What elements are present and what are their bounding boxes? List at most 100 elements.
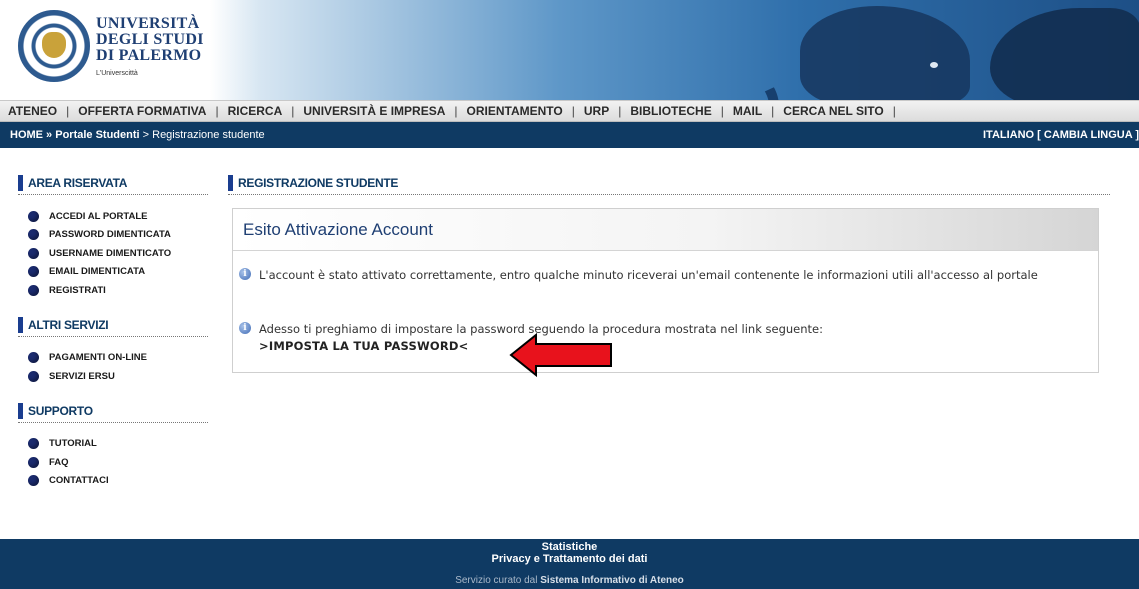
privacy-link[interactable]: Privacy e Trattamento dei dati	[0, 553, 1139, 565]
sidebar-list: ACCEDI AL PORTALE PASSWORD DIMENTICATA U…	[18, 207, 208, 300]
sidebar-item-faq[interactable]: FAQ	[18, 453, 208, 472]
main-nav: ATENEO | OFFERTA FORMATIVA | RICERCA | U…	[0, 100, 1139, 122]
sidebar-item-accedi-al-portale[interactable]: ACCEDI AL PORTALE	[18, 207, 208, 226]
logo-tagline: L'Universcittà	[96, 70, 138, 77]
breadcrumb-separator: »	[43, 129, 56, 141]
site-footer: Statistiche Privacy e Trattamento dei da…	[0, 539, 1139, 589]
sidebar-section-title-text: SUPPORTO	[28, 403, 93, 418]
sidebar-list: PAGAMENTI ON-LINE SERVIZI ERSU	[18, 349, 208, 386]
sidebar-item-label: SERVIZI ERSU	[49, 370, 115, 382]
sidebar-section-title: AREA RISERVATA	[18, 172, 208, 195]
site-header: UNIVERSITÀ DEGLI STUDI DI PALERMO L'Univ…	[0, 0, 1139, 100]
logo-line-1: UNIVERSITÀ	[96, 15, 200, 32]
logo-line-2: DEGLI STUDI	[96, 31, 204, 48]
sidebar-item-pagamenti-on-line[interactable]: PAGAMENTI ON-LINE	[18, 349, 208, 368]
breadcrumb-home-link[interactable]: HOME	[10, 129, 43, 141]
sidebar-list: TUTORIAL FAQ CONTATTACI	[18, 435, 208, 491]
breadcrumb: HOME » Portale Studenti > Registrazione …	[0, 122, 1139, 148]
nav-separator: |	[454, 104, 458, 118]
breadcrumb-portal-link[interactable]: Portale Studenti	[55, 129, 139, 141]
header-decoration	[669, 45, 791, 100]
section-marker	[18, 316, 23, 333]
nav-separator: |	[892, 104, 896, 118]
red-arrow-annotation	[509, 332, 612, 378]
bullet-icon	[28, 475, 39, 487]
footer-credit: Servizio curato dal Sistema Informativo …	[0, 575, 1139, 586]
sidebar: AREA RISERVATA ACCEDI AL PORTALE PASSWOR…	[18, 172, 208, 504]
sidebar-item-label: PAGAMENTI ON-LINE	[49, 352, 147, 364]
bullet-icon	[28, 210, 39, 222]
nav-item-biblioteche[interactable]: BIBLIOTECHE	[630, 104, 711, 118]
sidebar-item-tutorial[interactable]: TUTORIAL	[18, 435, 208, 454]
nav-separator: |	[720, 104, 724, 118]
footer-credit-text: Servizio curato dal	[455, 575, 541, 586]
eagle-icon	[42, 32, 66, 58]
section-marker	[18, 175, 23, 191]
message-text: L'account è stato attivato correttamente…	[259, 268, 1038, 282]
bullet-icon	[28, 266, 39, 278]
panel-title: Esito Attivazione Account	[233, 209, 1098, 251]
sidebar-item-servizi-ersu[interactable]: SERVIZI ERSU	[18, 367, 208, 386]
page-title: REGISTRAZIONE STUDENTE	[228, 172, 1110, 195]
nav-separator: |	[215, 104, 219, 118]
set-password-message: i Adesso ti preghiamo di impostare la pa…	[239, 321, 1079, 355]
statistics-link[interactable]: Statistiche	[0, 541, 1139, 553]
breadcrumb-current: Registrazione studente	[152, 129, 265, 141]
bullet-icon	[28, 247, 39, 259]
footer-credit-link[interactable]: Sistema Informativo di Ateneo	[540, 575, 684, 586]
nav-item-mail[interactable]: MAIL	[733, 104, 762, 118]
main-content: REGISTRAZIONE STUDENTE Esito Attivazione…	[228, 172, 1110, 373]
nav-item-universita-e-impresa[interactable]: UNIVERSITÀ E IMPRESA	[303, 104, 445, 118]
nav-separator: |	[66, 104, 70, 118]
sidebar-section-title-text: ALTRI SERVIZI	[28, 317, 109, 332]
nav-separator: |	[618, 104, 622, 118]
sidebar-item-label: TUTORIAL	[49, 438, 97, 450]
sidebar-item-label: FAQ	[49, 456, 69, 468]
nav-item-offerta-formativa[interactable]: OFFERTA FORMATIVA	[78, 104, 206, 118]
bullet-icon	[28, 456, 39, 468]
section-marker	[18, 402, 23, 419]
nav-item-orientamento[interactable]: ORIENTAMENTO	[467, 104, 563, 118]
sidebar-item-label: ACCEDI AL PORTALE	[49, 210, 148, 222]
sidebar-item-label: CONTATTACI	[49, 475, 109, 487]
sidebar-section-title: SUPPORTO	[18, 400, 208, 423]
sidebar-item-email-dimenticata[interactable]: EMAIL DIMENTICATA	[18, 263, 208, 282]
change-language-link[interactable]: ITALIANO [ CAMBIA LINGUA ]	[983, 129, 1139, 141]
section-marker	[228, 175, 233, 191]
nav-item-urp[interactable]: URP	[584, 104, 609, 118]
nav-item-ateneo[interactable]: ATENEO	[8, 104, 57, 118]
sidebar-item-label: REGISTRATI	[49, 284, 106, 296]
sidebar-item-username-dimenticato[interactable]: USERNAME DIMENTICATO	[18, 244, 208, 263]
sidebar-section-title: ALTRI SERVIZI	[18, 314, 208, 337]
sidebar-item-label: EMAIL DIMENTICATA	[49, 266, 146, 278]
info-icon: i	[239, 322, 251, 334]
breadcrumb-separator: >	[139, 129, 153, 141]
sidebar-item-contattaci[interactable]: CONTATTACI	[18, 472, 208, 491]
bullet-icon	[28, 438, 39, 450]
info-icon: i	[239, 268, 251, 280]
bullet-icon	[28, 352, 39, 364]
sidebar-item-label: USERNAME DIMENTICATO	[49, 247, 172, 259]
set-password-link[interactable]: >IMPOSTA LA TUA PASSWORD<	[259, 338, 468, 355]
header-decoration	[990, 8, 1139, 100]
header-decoration	[930, 62, 938, 68]
sidebar-item-label: PASSWORD DIMENTICATA	[49, 229, 171, 241]
sidebar-section-title-text: AREA RISERVATA	[28, 176, 128, 190]
nav-separator: |	[291, 104, 295, 118]
activation-success-message: i L'account è stato attivato correttamen…	[239, 267, 1079, 284]
logo-line-3: DI PALERMO	[96, 47, 202, 64]
activation-result-panel: Esito Attivazione Account i L'account è …	[232, 208, 1099, 373]
sidebar-item-password-dimenticata[interactable]: PASSWORD DIMENTICATA	[18, 226, 208, 245]
nav-separator: |	[771, 104, 775, 118]
university-seal-logo[interactable]	[18, 10, 90, 82]
nav-separator: |	[571, 104, 575, 118]
nav-item-ricerca[interactable]: RICERCA	[228, 104, 283, 118]
nav-item-cerca-nel-sito[interactable]: CERCA NEL SITO	[783, 104, 883, 118]
university-name-logo[interactable]: UNIVERSITÀ DEGLI STUDI DI PALERMO L'Univ…	[96, 15, 204, 78]
bullet-icon	[28, 284, 39, 296]
sidebar-item-registrati[interactable]: REGISTRATI	[18, 281, 208, 300]
header-decoration	[800, 6, 970, 100]
page-title-text: REGISTRAZIONE STUDENTE	[238, 176, 399, 190]
bullet-icon	[28, 370, 39, 382]
bullet-icon	[28, 229, 39, 241]
